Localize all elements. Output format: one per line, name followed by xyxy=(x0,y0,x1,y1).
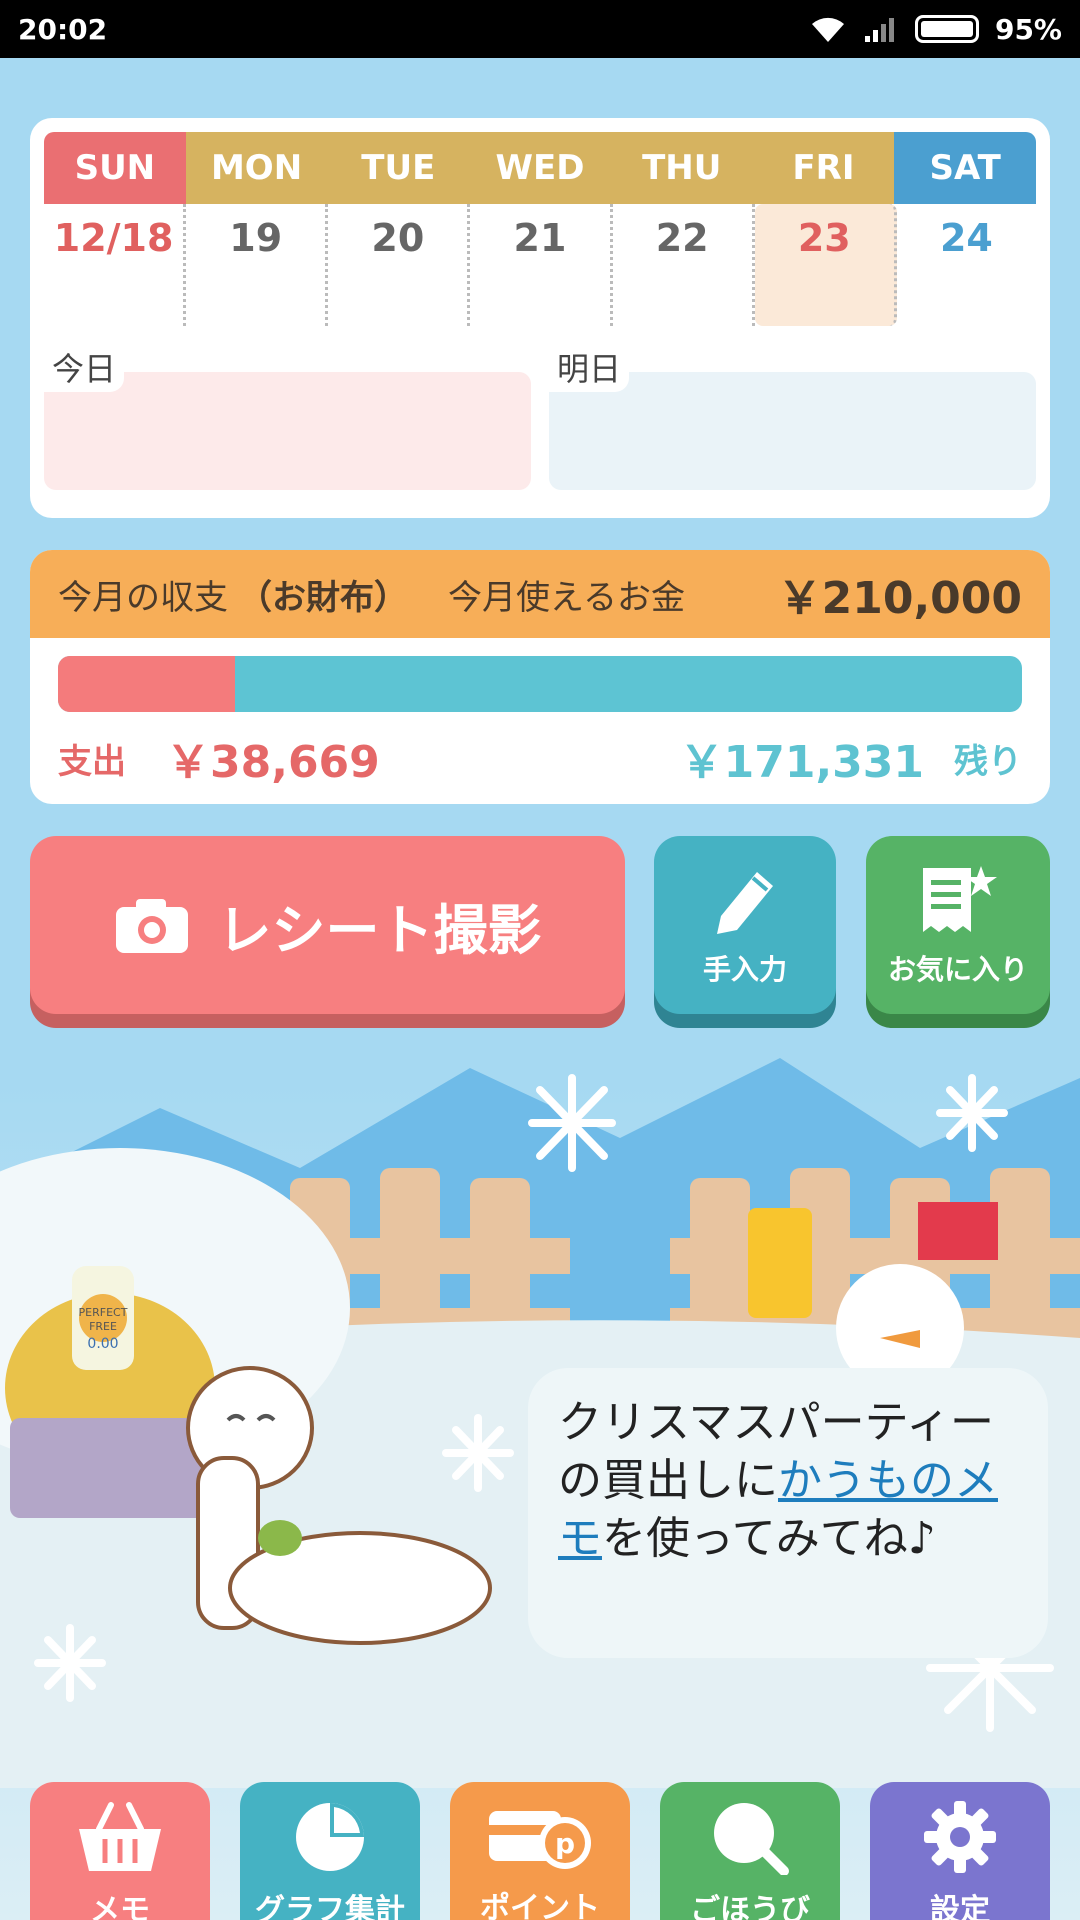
date-cell-sat[interactable]: 24 xyxy=(897,204,1036,326)
status-time: 20:02 xyxy=(18,12,108,46)
manual-entry-button[interactable]: 手入力 xyxy=(654,836,836,1014)
remaining-label: 残り xyxy=(954,741,1022,782)
speech-text-after: を使ってみてね♪ xyxy=(602,1513,936,1564)
date-cell-today[interactable]: 23 xyxy=(754,204,897,326)
camera-icon xyxy=(115,899,188,953)
status-bar: 20:02 95% xyxy=(0,0,1080,58)
memo-row: 今日 明日 xyxy=(44,342,1036,490)
calendar-card: SUN MON TUE WED THU FRI SAT 12/18 19 20 … xyxy=(30,118,1050,518)
favorite-list-icon xyxy=(923,866,997,932)
nav-reward-button[interactable]: ごほうび xyxy=(660,1782,840,1920)
svg-text:0.00: 0.00 xyxy=(87,1336,118,1352)
nav-point-label: ポイント xyxy=(480,1891,600,1920)
date-cell-tue[interactable]: 20 xyxy=(328,204,471,326)
day-head-wed: WED xyxy=(469,132,611,204)
budget-title: 今月の収支 xyxy=(58,577,228,618)
day-head-fri: FRI xyxy=(752,132,895,204)
budget-wallet: （お財布） xyxy=(238,577,408,618)
battery-icon xyxy=(914,15,979,43)
tomorrow-memo-label: 明日 xyxy=(549,342,630,392)
date-cell-wed[interactable]: 21 xyxy=(470,204,613,326)
day-head-thu: THU xyxy=(610,132,753,204)
spent-progress-fill xyxy=(58,656,236,712)
budget-header: 今月の収支 （お財布） 今月使えるお金 ￥210,000 xyxy=(30,550,1050,638)
available-amount: ￥210,000 xyxy=(777,573,1022,624)
today-memo-label: 今日 xyxy=(44,342,125,392)
day-head-mon: MON xyxy=(185,132,328,204)
manual-entry-label: 手入力 xyxy=(702,953,787,986)
point-card-icon: p xyxy=(489,1811,591,1869)
pencil-icon xyxy=(717,872,773,934)
available-label: 今月使えるお金 xyxy=(448,577,685,618)
today-memo[interactable]: 今日 xyxy=(44,342,531,490)
nav-graph-button[interactable]: グラフ集計 xyxy=(240,1782,420,1920)
svg-text:PERFECT: PERFECT xyxy=(79,1306,128,1319)
gear-icon xyxy=(924,1801,996,1873)
wifi-icon xyxy=(811,17,844,42)
status-icons: 95% xyxy=(809,13,1062,46)
svg-text:p: p xyxy=(555,1827,575,1860)
date-cell-sun[interactable]: 12/18 xyxy=(44,204,187,326)
nav-reward-label: ごほうび xyxy=(690,1893,810,1920)
day-head-sun: SUN xyxy=(44,132,186,204)
tomorrow-memo[interactable]: 明日 xyxy=(549,342,1036,490)
pie-chart-icon xyxy=(296,1803,364,1871)
basket-icon xyxy=(79,1802,161,1871)
battery-percent: 95% xyxy=(994,12,1062,46)
nav-point-button[interactable]: p ポイント xyxy=(450,1782,630,1920)
budget-footer: 支出 ￥38,669 ￥171,331 残り xyxy=(30,712,1050,790)
spent-amount: ￥38,669 xyxy=(166,737,380,788)
nav-memo-button[interactable]: メモ xyxy=(30,1782,210,1920)
budget-card[interactable]: 今月の収支 （お財布） 今月使えるお金 ￥210,000 支出 ￥38,669 … xyxy=(30,550,1050,804)
reward-icon xyxy=(714,1803,789,1875)
nav-graph-label: グラフ集計 xyxy=(255,1893,405,1920)
week-header: SUN MON TUE WED THU FRI SAT xyxy=(44,132,1036,204)
day-head-sat: SAT xyxy=(894,132,1036,204)
speech-bubble: クリスマスパーティーの買出しにかうものメモを使ってみてね♪ xyxy=(528,1368,1048,1658)
nav-settings-button[interactable]: 設定 xyxy=(870,1782,1050,1920)
svg-text:FREE: FREE xyxy=(89,1320,117,1333)
date-row: 12/18 19 20 21 22 23 24 xyxy=(44,204,1036,326)
receipt-scan-label: レシート撮影 xyxy=(217,898,542,962)
receipt-scan-button[interactable]: レシート撮影 xyxy=(30,836,625,1014)
spent-label: 支出 xyxy=(58,741,126,782)
date-cell-thu[interactable]: 22 xyxy=(613,204,755,326)
favorites-label: お気に入り xyxy=(887,953,1028,986)
signal-icon xyxy=(864,18,894,42)
nav-memo-label: メモ xyxy=(90,1893,150,1920)
day-head-tue: TUE xyxy=(327,132,470,204)
nav-settings-label: 設定 xyxy=(930,1893,990,1920)
sky-background: SUN MON TUE WED THU FRI SAT 12/18 19 20 … xyxy=(0,58,1080,1920)
remaining-amount: ￥171,331 xyxy=(679,737,924,788)
budget-progress-bar xyxy=(58,656,1022,712)
date-cell-mon[interactable]: 19 xyxy=(186,204,329,326)
favorites-button[interactable]: お気に入り xyxy=(866,836,1050,1014)
